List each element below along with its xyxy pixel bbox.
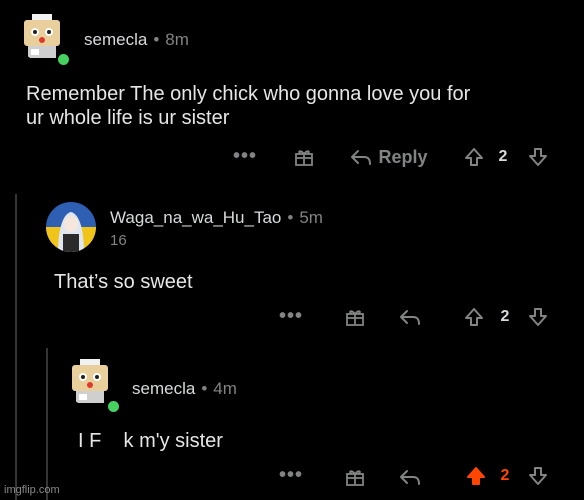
timestamp: 4m [213,379,237,398]
comment-body-line-2: ur whole life is ur sister [26,107,230,129]
anime-avatar-icon[interactable] [46,202,96,252]
reply-button[interactable]: Reply [344,144,434,170]
comment-body: That’s so sweet [54,271,193,293]
gift-award-button[interactable] [343,305,367,329]
downvote-icon [529,148,547,166]
comment-meta: semecla • 8m [84,30,189,50]
comment-1: semecla • 8m Remember The only chick who… [0,0,584,190]
more-options-button[interactable]: ••• [278,464,304,486]
upvote-button[interactable] [462,146,486,168]
comment-body-line-1: Remember The only chick who gonna love y… [26,83,471,105]
username[interactable]: Waga_na_wa_Hu_Tao [110,208,281,228]
downvote-icon [529,308,547,326]
downvote-icon [529,467,547,485]
online-status-indicator [56,52,71,67]
more-options-button[interactable]: ••• [278,305,304,327]
comment-2: Waga_na_wa_Hu_Tao • 5m 16 That’s so swee… [0,190,584,340]
comment-meta: semecla • 4m [132,379,237,399]
gift-award-icon [346,310,364,326]
gift-award-button[interactable] [343,465,367,489]
meta-separator: • [153,30,160,49]
upvote-icon [465,308,483,326]
vote-score: 2 [498,148,508,165]
vote-score: 2 [500,467,510,484]
user-karma: 16 [110,232,127,249]
upvote-button[interactable] [462,306,486,328]
downvote-button[interactable] [526,465,550,487]
reply-arrow-icon [400,310,420,325]
watermark: imgflip.com [4,484,60,496]
upvote-button-active[interactable] [464,465,488,487]
comment-3: semecla • 4m I F k m'y sister ••• 2 [0,345,584,500]
downvote-button[interactable] [526,306,550,328]
reply-arrow-icon [400,470,420,485]
gift-award-icon [295,150,313,166]
username[interactable]: semecla [132,379,195,399]
gift-award-button[interactable] [292,145,316,169]
reply-arrow-icon [351,150,372,165]
more-options-button[interactable]: ••• [232,145,258,167]
meta-separator: • [201,379,208,398]
online-status-indicator [106,399,121,414]
timestamp: 5m [299,208,323,227]
gift-award-icon [346,470,364,486]
timestamp: 8m [165,30,189,49]
meta-separator: • [287,208,294,227]
vote-score: 2 [500,308,510,325]
upvote-icon [465,148,483,166]
username[interactable]: semecla [84,30,147,50]
reply-button[interactable] [397,465,423,489]
downvote-button[interactable] [526,146,550,168]
reply-button[interactable] [397,305,423,329]
reply-label: Reply [378,146,428,167]
comment-meta: Waga_na_wa_Hu_Tao • 5m [110,208,323,228]
upvote-icon [467,467,485,485]
comment-body: I F k m'y sister [78,430,223,452]
